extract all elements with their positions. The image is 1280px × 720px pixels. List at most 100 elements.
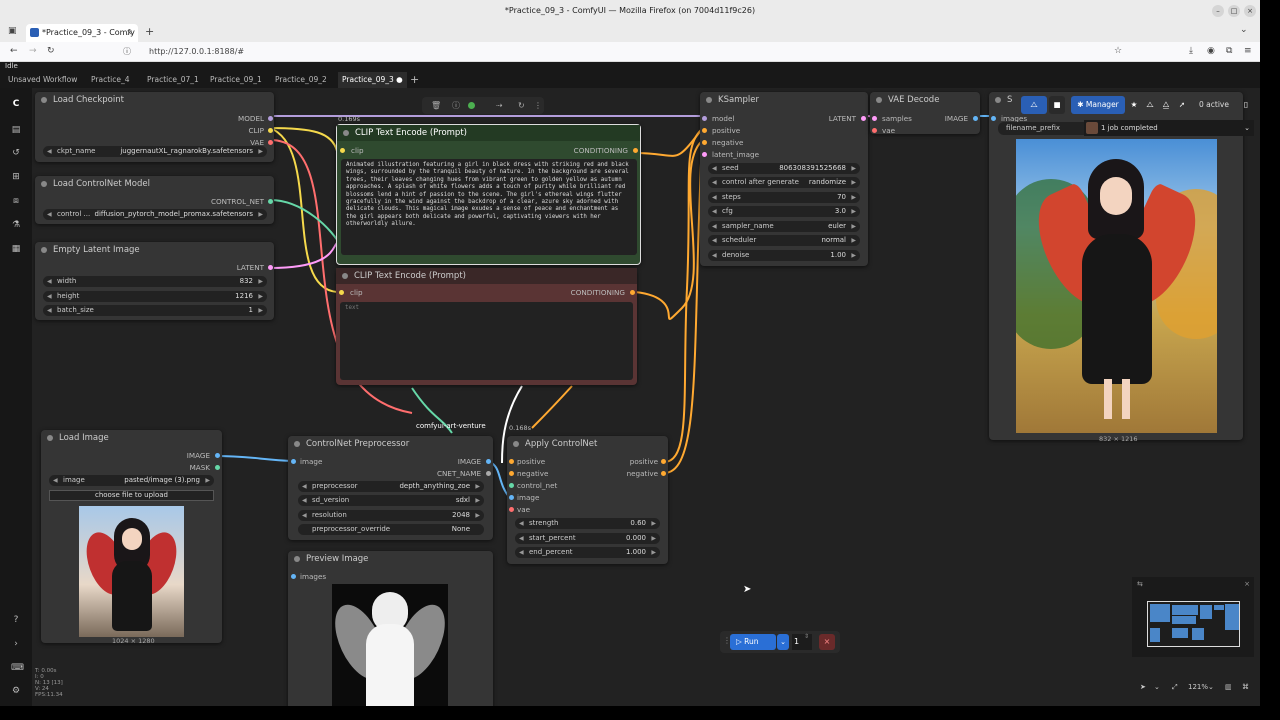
output-negative-dot[interactable] xyxy=(661,471,666,476)
forward-icon[interactable]: → xyxy=(29,46,37,56)
job-status-popup[interactable]: 1 job completed ⌄ xyxy=(1084,120,1254,136)
node-clip-text-positive[interactable]: CLIP Text Encode (Prompt) clip CONDITION… xyxy=(336,124,641,265)
control-net-name-widget[interactable]: ◀ control ... diffusion_pytorch_model_prom… xyxy=(43,209,267,220)
extensions-icon[interactable]: ⧉ xyxy=(1226,46,1232,56)
comfy-icon-button[interactable]: ⧍ xyxy=(1021,96,1047,114)
upload-button[interactable]: choose file to upload xyxy=(49,490,214,501)
panel-toggle-icon[interactable]: ▯ xyxy=(1239,96,1253,114)
input-images-dot[interactable] xyxy=(991,116,996,121)
delete-icon[interactable]: 🗑 xyxy=(431,97,441,114)
workflow-tab[interactable]: Practice_09_2 xyxy=(275,72,327,88)
filter-alt-icon[interactable]: ⧋ xyxy=(1159,96,1173,114)
node-clip-text-negative[interactable]: CLIP Text Encode (Prompt) clip CONDITION… xyxy=(336,268,637,385)
input-negative-dot[interactable] xyxy=(509,471,514,476)
preprocessor-widget[interactable]: ◀ preprocessor depth_anything_zoe ▶ xyxy=(298,481,484,492)
input-image-dot[interactable] xyxy=(291,459,296,464)
input-model-dot[interactable] xyxy=(702,116,707,121)
resolution-widget[interactable]: ◀ resolution 2048 ▶ xyxy=(298,510,484,521)
end-percent-widget[interactable]: ◀ end_percent 1.000 ▶ xyxy=(515,547,660,558)
output-image-dot[interactable] xyxy=(215,453,220,458)
workflow-tab[interactable]: Practice_07_1 xyxy=(147,72,199,88)
sd-version-widget[interactable]: ◀ sd_version sdxl ▶ xyxy=(298,495,484,506)
start-percent-widget[interactable]: ◀ start_percent 0.000 ▶ xyxy=(515,533,660,544)
output-positive-dot[interactable] xyxy=(661,459,666,464)
generated-image[interactable] xyxy=(1016,139,1217,433)
negative-prompt-textarea[interactable]: text xyxy=(340,302,633,380)
chevron-down-icon[interactable]: ⌄ xyxy=(1154,678,1160,696)
prompt-textarea[interactable]: Animated illustration featuring a girl i… xyxy=(341,159,637,255)
manager-button[interactable]: ✱ Manager xyxy=(1071,96,1125,114)
more-options-icon[interactable]: ⋮ xyxy=(534,97,542,114)
comfy-logo-icon[interactable]: C xyxy=(11,99,21,109)
menu-icon[interactable]: ≡ xyxy=(1244,46,1252,56)
node-load-image[interactable]: Load Image IMAGE MASK ◀ image pasted/image… xyxy=(41,430,222,645)
info-icon[interactable]: ⓘ xyxy=(452,97,460,114)
node-vae-decode[interactable]: VAE Decode samples vae IMAGE xyxy=(870,92,980,135)
output-cnet-name-dot[interactable] xyxy=(486,471,491,476)
site-info-icon[interactable]: ⓘ xyxy=(123,46,131,57)
templates-icon[interactable]: ▦ xyxy=(11,244,21,254)
input-vae-dot[interactable] xyxy=(509,507,514,512)
close-tab-icon[interactable]: × xyxy=(126,24,133,42)
cfg-widget[interactable]: ◀ cfg 3.0 ▶ xyxy=(708,206,860,217)
zoom-level[interactable]: 121% xyxy=(1188,678,1208,696)
input-samples-dot[interactable] xyxy=(872,116,877,121)
refresh-icon[interactable]: ↻ xyxy=(518,97,525,114)
minimap-toggle-icon[interactable]: ▥ xyxy=(1225,678,1232,696)
scheduler-widget[interactable]: ◀ scheduler normal ▶ xyxy=(708,235,860,246)
node-ksampler[interactable]: KSampler model positive negative latent_… xyxy=(700,92,868,266)
node-library-icon[interactable]: ⊞ xyxy=(11,172,21,182)
input-negative-dot[interactable] xyxy=(702,140,707,145)
output-image-dot[interactable] xyxy=(486,459,491,464)
input-image-thumbnail[interactable] xyxy=(79,506,184,637)
input-latent-image-dot[interactable] xyxy=(702,152,707,157)
preprocessor-override-widget[interactable]: preprocessor_override None xyxy=(298,524,484,535)
input-clip-dot[interactable] xyxy=(340,148,345,153)
chevron-down-icon[interactable]: ⌄ xyxy=(1208,678,1214,696)
batch-size-widget[interactable]: ◀ batch_size 1 ▶ xyxy=(43,305,267,316)
back-icon[interactable]: ← xyxy=(10,46,18,56)
browser-tab[interactable]: *Practice_09_3 - Comfy × xyxy=(26,24,138,42)
output-clip-dot[interactable] xyxy=(268,128,273,133)
output-control-net-dot[interactable] xyxy=(268,199,273,204)
node-controlnet-preprocessor[interactable]: ControlNet Preprocessor image IMAGE CNET… xyxy=(288,436,493,540)
width-widget[interactable]: ◀ width 832 ▶ xyxy=(43,276,267,287)
run-options-chevron-icon[interactable]: ⌄ xyxy=(777,634,789,650)
workflow-tab-active[interactable]: Practice_09_3 ● xyxy=(338,72,407,88)
strength-widget[interactable]: ◀ strength 0.60 ▶ xyxy=(515,518,660,529)
fit-view-icon[interactable]: ⤢ xyxy=(1172,678,1178,696)
chevron-down-icon[interactable]: ⌄ xyxy=(1244,120,1250,136)
add-workflow-tab-button[interactable]: + xyxy=(410,72,419,88)
color-picker-icon[interactable] xyxy=(468,102,475,109)
close-minimap-icon[interactable]: × xyxy=(1244,580,1250,588)
bookmark-star-icon[interactable]: ☆ xyxy=(1114,46,1122,56)
workflow-tab[interactable]: Unsaved Workflow xyxy=(8,72,77,88)
downloads-icon[interactable]: ⤓ xyxy=(1189,46,1193,56)
star-icon[interactable]: ★ xyxy=(1127,96,1141,114)
tab-overflow-icon[interactable]: ⌄ xyxy=(1240,25,1248,35)
queue-icon[interactable]: ▤ xyxy=(11,125,21,135)
node-load-controlnet[interactable]: Load ControlNet Model CONTROL_NET ◀ contr… xyxy=(35,176,274,224)
node-empty-latent[interactable]: Empty Latent Image LATENT ◀ width 832 ▶ ◀ he… xyxy=(35,242,274,320)
history-icon[interactable]: ↺ xyxy=(11,148,21,158)
node-canvas[interactable]: Load Checkpoint MODEL CLIP VAE ◀ ckpt_nam… xyxy=(32,88,1260,706)
input-image-dot[interactable] xyxy=(509,495,514,500)
settings-gear-icon[interactable]: ⚙ xyxy=(11,686,21,696)
output-image-dot[interactable] xyxy=(973,116,978,121)
model-library-icon[interactable]: ⧈ xyxy=(11,196,21,206)
reload-icon[interactable]: ↻ xyxy=(47,46,55,56)
stepper-icon[interactable]: ⇕ xyxy=(804,633,809,640)
input-images-dot[interactable] xyxy=(291,574,296,579)
link-visibility-icon[interactable]: ⌘ xyxy=(1242,678,1249,696)
filter-icon[interactable]: ⧍ xyxy=(1143,96,1157,114)
output-vae-dot[interactable] xyxy=(268,140,273,145)
input-positive-dot[interactable] xyxy=(509,459,514,464)
depth-map-image[interactable] xyxy=(332,584,448,706)
url-field[interactable]: http://127.0.0.1:8188/# xyxy=(149,47,244,56)
steps-widget[interactable]: ◀ steps 70 ▶ xyxy=(708,192,860,203)
seed-widget[interactable]: ◀ seed 806308391525668 ▶ xyxy=(708,163,860,174)
share-icon[interactable]: ➚ xyxy=(1175,96,1189,114)
input-control-net-dot[interactable] xyxy=(509,483,514,488)
denoise-widget[interactable]: ◀ denoise 1.00 ▶ xyxy=(708,250,860,261)
image-select-widget[interactable]: ◀ image pasted/image (3).png ▶ xyxy=(49,475,214,486)
